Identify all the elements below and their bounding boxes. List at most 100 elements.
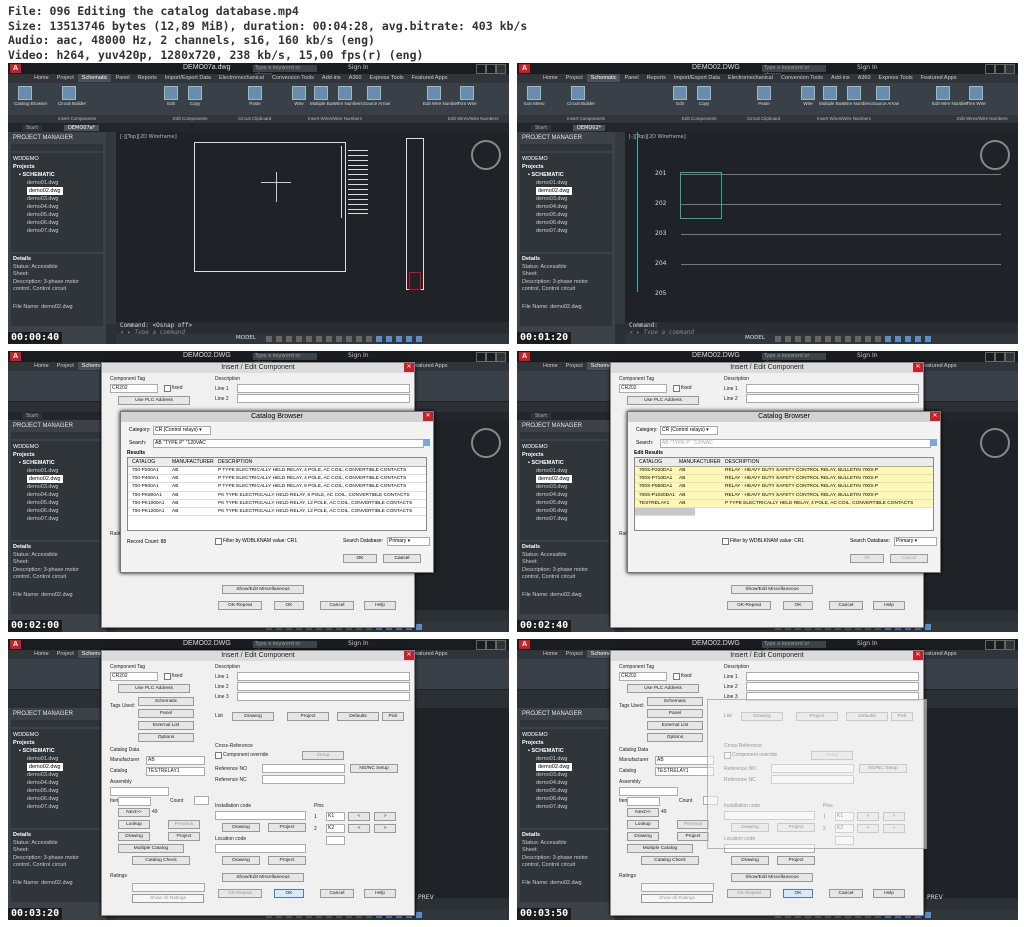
close-icon[interactable] xyxy=(496,352,506,362)
minimize-icon[interactable] xyxy=(476,640,486,650)
file-node[interactable]: demo05.dwg xyxy=(13,211,101,219)
close-icon[interactable]: ✕ xyxy=(913,363,923,372)
show-edit-misc-button[interactable]: Show/Edit Miscellaneous xyxy=(731,585,813,594)
file-node[interactable]: demo06.dwg xyxy=(522,507,610,515)
minimize-icon[interactable] xyxy=(476,352,486,362)
project-button[interactable]: Project xyxy=(168,832,200,841)
schematic-folder[interactable]: ▪ SCHEMATIC xyxy=(13,459,101,467)
cancel-button[interactable]: Cancel xyxy=(829,601,863,610)
description-line-input[interactable] xyxy=(237,394,410,403)
table-row[interactable]: 700S-P710DA1 AB RELAY - HEAVY DUTY SAFETY … xyxy=(635,475,933,484)
show-all-ratings-button[interactable]: Show All Ratings xyxy=(132,894,204,903)
ok-repeat-button[interactable]: OK-Repeat xyxy=(218,889,262,898)
options-button[interactable]: Options xyxy=(647,733,703,742)
use-plc-address-button[interactable]: Use PLC Address xyxy=(118,684,190,693)
file-node[interactable]: demo03.dwg xyxy=(13,195,101,203)
project-toolbar[interactable] xyxy=(11,720,103,727)
project-select[interactable]: WDDEMO xyxy=(522,155,610,163)
ribbon-button-7[interactable]: Wire Numbers xyxy=(843,86,872,112)
file-node[interactable]: demo04.dwg xyxy=(13,779,101,787)
schematic-folder[interactable]: ▪ SCHEMATIC xyxy=(522,171,610,179)
show-edit-misc-button[interactable]: Show/Edit Miscellaneous xyxy=(222,873,304,882)
show-edit-misc-button[interactable]: Show/Edit Miscellaneous xyxy=(222,585,304,594)
location-project-button[interactable]: Project xyxy=(777,856,815,865)
drawing-area[interactable]: [-][Top][2D Wireframe] xyxy=(116,132,509,322)
close-icon[interactable] xyxy=(1005,64,1015,74)
schematic-button[interactable]: Schematic xyxy=(647,697,703,706)
projects-node[interactable]: Projects xyxy=(13,451,101,459)
catalog-check-button[interactable]: Catalog Check xyxy=(132,856,190,865)
close-icon[interactable] xyxy=(1005,352,1015,362)
ribbon-button-9[interactable]: Edit Wire Number xyxy=(423,86,459,112)
file-node[interactable]: demo01.dwg xyxy=(522,755,610,763)
file-node[interactable]: demo07.dwg xyxy=(13,227,101,235)
panel-button[interactable]: Panel xyxy=(647,709,703,718)
panel-button[interactable]: Panel xyxy=(138,709,194,718)
autocad-logo[interactable]: A xyxy=(10,352,21,361)
column-header[interactable]: DESCRIPTION xyxy=(218,458,252,466)
search-input[interactable]: Type a keyword or phrase xyxy=(253,641,317,654)
file-node[interactable]: demo06.dwg xyxy=(13,507,101,515)
ribbon-button-0[interactable]: Icon Menu xyxy=(523,86,545,112)
maximize-icon[interactable] xyxy=(486,640,496,650)
status-toggle-icon[interactable] xyxy=(885,336,891,342)
file-node[interactable]: demo07.dwg xyxy=(522,515,610,523)
status-toggle-icon[interactable] xyxy=(805,336,811,342)
viewcube-icon[interactable] xyxy=(980,140,1010,170)
help-button[interactable]: Help xyxy=(364,889,396,898)
status-toggle-icon[interactable] xyxy=(396,336,402,342)
file-node[interactable]: demo06.dwg xyxy=(13,219,101,227)
tab-0[interactable]: Home xyxy=(30,74,53,82)
status-toggle-icon[interactable] xyxy=(286,336,292,342)
file-node[interactable]: demo04.dwg xyxy=(522,203,610,211)
component-tag-input[interactable]: CR202 xyxy=(619,384,667,393)
list-pick-button[interactable]: Pick xyxy=(382,712,404,721)
model-space-toggle[interactable]: MODEL xyxy=(745,335,765,341)
search-input[interactable]: Type a keyword or phrase xyxy=(253,353,317,366)
minimize-icon[interactable] xyxy=(985,640,995,650)
minimize-icon[interactable] xyxy=(985,64,995,74)
tab-5[interactable]: Import/Export Data xyxy=(670,74,724,82)
column-header[interactable]: CATALOG xyxy=(132,458,155,466)
reference-no-input[interactable] xyxy=(262,764,345,773)
ribbon-button-10[interactable]: Trim Wire xyxy=(965,86,987,112)
status-toggle-icon[interactable] xyxy=(356,336,362,342)
maximize-icon[interactable] xyxy=(995,640,1005,650)
external-list-button[interactable]: External List xyxy=(647,721,703,730)
file-node[interactable]: demo04.dwg xyxy=(522,491,610,499)
pin-next-button[interactable]: > xyxy=(374,812,396,821)
fixed-checkbox[interactable] xyxy=(164,385,171,392)
tab-8[interactable]: Add-ins xyxy=(827,74,854,82)
pin-input[interactable]: K1 xyxy=(326,812,345,821)
file-node[interactable]: demo07.dwg xyxy=(522,803,610,811)
panel-title-4[interactable]: Edit Wires/Wire Numbers xyxy=(957,116,1008,121)
status-toggle-icon[interactable] xyxy=(905,336,911,342)
file-node[interactable]: demo01.dwg xyxy=(522,179,610,187)
catalog-cancel-button[interactable]: Cancel xyxy=(383,554,421,563)
project-select[interactable]: WDDEMO xyxy=(13,155,101,163)
palette-tab-strip[interactable] xyxy=(615,132,625,324)
file-node[interactable]: demo02.dwg xyxy=(522,187,610,195)
maximize-icon[interactable] xyxy=(995,352,1005,362)
minimize-icon[interactable] xyxy=(985,352,995,362)
list-project-button[interactable]: Project xyxy=(287,712,329,721)
table-row[interactable]: TESTRELAY1 AB P TYPE ELECTRICALLY HELD REL… xyxy=(635,499,933,508)
close-icon[interactable] xyxy=(1005,640,1015,650)
category-select[interactable]: CR (Control relays) ▾ xyxy=(660,426,718,435)
ribbon-button-6[interactable]: Multiple Bus xyxy=(310,86,335,112)
tab-3[interactable]: Panel xyxy=(111,74,133,82)
ribbon-button-3[interactable]: Copy xyxy=(693,86,715,112)
search-input[interactable]: Type a keyword or phrase xyxy=(253,65,317,78)
ribbon-button-8[interactable]: Source Arrow xyxy=(872,86,899,112)
palette-tab-strip[interactable] xyxy=(106,132,116,324)
status-toggle-icon[interactable] xyxy=(845,336,851,342)
item-input[interactable] xyxy=(118,797,151,806)
project-select[interactable]: WDDEMO xyxy=(522,731,610,739)
status-toggle-icon[interactable] xyxy=(925,912,931,918)
file-node[interactable]: demo05.dwg xyxy=(522,499,610,507)
table-row[interactable]: 700S-P550DA1 AB RELAY - HEAVY DUTY SAFETY … xyxy=(635,483,933,492)
tab-0[interactable]: Home xyxy=(539,362,562,370)
drawing-button[interactable]: Drawing xyxy=(627,832,659,841)
file-node[interactable]: demo01.dwg xyxy=(522,467,610,475)
tab-11[interactable]: Featured Apps xyxy=(408,74,452,82)
